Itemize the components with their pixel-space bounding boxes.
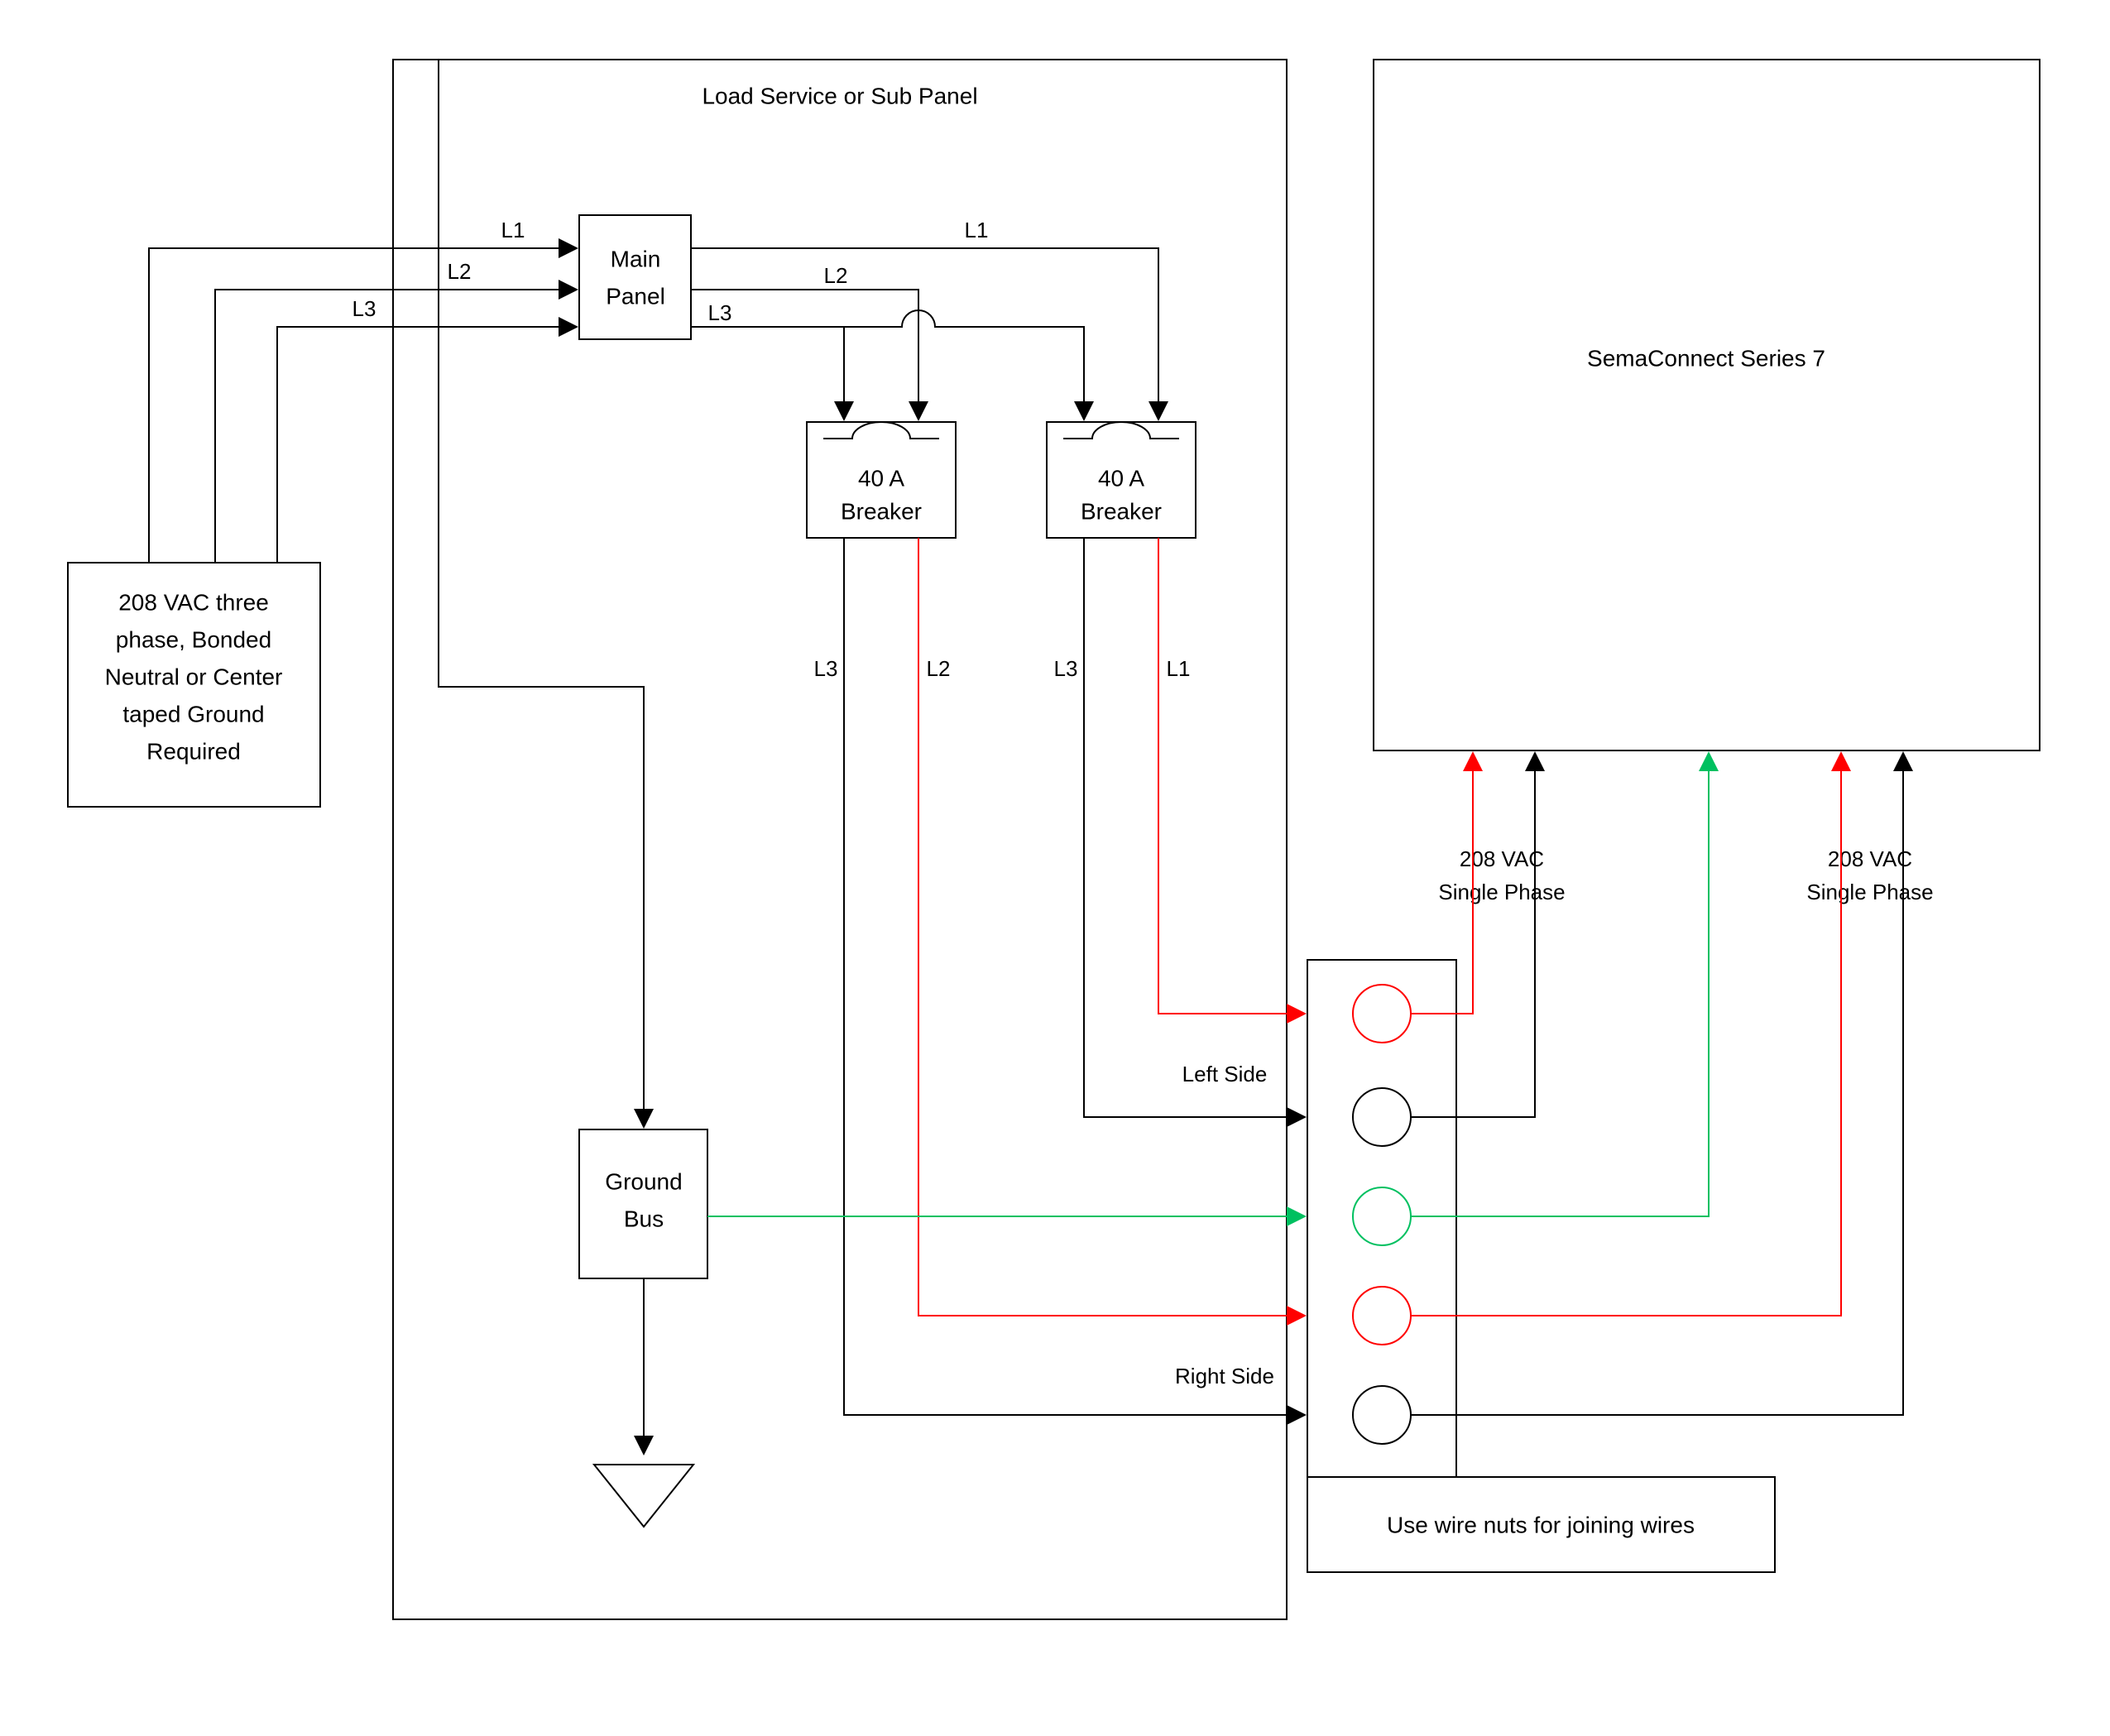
- source-line3: Neutral or Center: [105, 664, 283, 689]
- ground-bus-block: [579, 1129, 707, 1278]
- right-side-label: Right Side: [1175, 1364, 1274, 1388]
- svg-text:L3: L3: [1054, 656, 1078, 681]
- svg-text:L1: L1: [965, 218, 989, 242]
- left-side-label: Left Side: [1182, 1062, 1268, 1086]
- phase-note-right-2: Single Phase: [1806, 880, 1933, 904]
- svg-text:L3: L3: [814, 656, 838, 681]
- sub-panel-title: Load Service or Sub Panel: [702, 83, 977, 108]
- device-title: SemaConnect Series 7: [1587, 345, 1825, 371]
- main-panel-l1: Main: [611, 246, 661, 271]
- wiring-diagram: Load Service or Sub Panel 208 VAC three …: [0, 0, 2110, 1736]
- svg-text:L3: L3: [352, 296, 376, 321]
- source-line2: phase, Bonded: [116, 626, 271, 652]
- sub-panel-frame: [393, 60, 1287, 1619]
- svg-text:L1: L1: [501, 218, 525, 242]
- terminal-l3-left: [1353, 1088, 1411, 1146]
- svg-text:Breaker: Breaker: [1081, 498, 1162, 524]
- breaker-1: 40 A Breaker: [807, 422, 956, 538]
- source-line4: taped Ground: [122, 701, 264, 727]
- source-line1: 208 VAC three: [118, 589, 269, 615]
- svg-text:Breaker: Breaker: [841, 498, 922, 524]
- breaker-2: 40 A Breaker: [1047, 422, 1196, 538]
- terminal-l1-left: [1353, 985, 1411, 1043]
- svg-text:L3: L3: [708, 300, 732, 325]
- svg-text:L2: L2: [448, 259, 472, 284]
- main-panel-block: [579, 215, 691, 339]
- svg-text:L2: L2: [927, 656, 951, 681]
- terminal-ground: [1353, 1187, 1411, 1245]
- svg-text:L2: L2: [824, 263, 848, 288]
- svg-text:40 A: 40 A: [1098, 465, 1144, 491]
- wire-term-l2-dev: [1411, 755, 1841, 1316]
- wire-nuts-text: Use wire nuts for joining wires: [1387, 1512, 1695, 1537]
- source-line5: Required: [146, 738, 241, 764]
- main-panel-l2: Panel: [606, 283, 665, 309]
- svg-text:L1: L1: [1167, 656, 1191, 681]
- ground-bus-l1: Ground: [605, 1168, 682, 1194]
- phase-note-left-2: Single Phase: [1438, 880, 1565, 904]
- terminal-l2-right: [1353, 1287, 1411, 1345]
- svg-text:40 A: 40 A: [858, 465, 904, 491]
- ground-bus-l2: Bus: [624, 1206, 664, 1231]
- device-box: [1374, 60, 2040, 751]
- terminal-l3-right: [1353, 1386, 1411, 1444]
